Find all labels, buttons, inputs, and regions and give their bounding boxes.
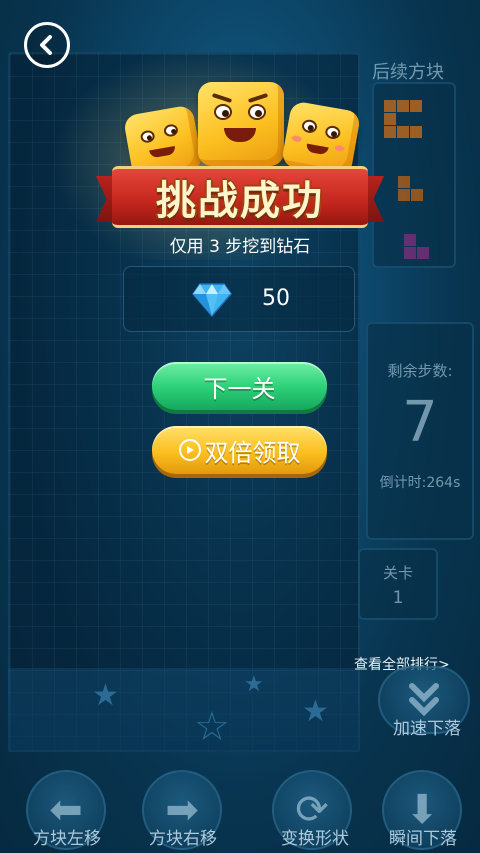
next-level-button[interactable]: 下一关 xyxy=(152,362,327,410)
star-icon: ☆ xyxy=(194,704,230,750)
cube-mascot-center xyxy=(198,82,284,166)
diamond-icon xyxy=(192,283,232,318)
reward-amount: 50 xyxy=(262,286,290,311)
level-label: 关卡 xyxy=(382,564,413,582)
countdown-text: 倒计时:264s xyxy=(379,475,461,491)
level-value: 1 xyxy=(392,588,404,608)
double-reward-button[interactable]: 双倍领取 xyxy=(152,426,327,474)
level-panel: 关卡 1 xyxy=(358,548,438,620)
board-decoration: ★ ☆ ★ ★ xyxy=(8,668,360,752)
steps-panel: 剩余步数: 7 倒计时:264s xyxy=(366,322,474,540)
dialog-subtitle: 仅用 3 步挖到钻石 xyxy=(169,237,311,257)
dialog-title: 挑战成功 xyxy=(156,178,324,224)
reward-box xyxy=(123,266,355,332)
move-right-label: 方块右移 xyxy=(149,829,217,849)
hard-drop-label: 瞬间下落 xyxy=(389,829,457,849)
play-icon xyxy=(178,439,201,461)
rotate-label: 变换形状 xyxy=(281,829,349,849)
double-reward-label: 双倍领取 xyxy=(204,438,301,467)
steps-value: 7 xyxy=(402,390,438,455)
star-icon: ★ xyxy=(302,694,329,729)
next-pieces-preview xyxy=(384,100,429,259)
next-level-label: 下一关 xyxy=(203,374,276,403)
speed-drop-label: 加速下落 xyxy=(393,719,461,739)
star-icon: ★ xyxy=(244,672,264,697)
steps-label: 剩余步数: xyxy=(387,362,453,380)
star-icon: ★ xyxy=(92,678,119,713)
move-left-label: 方块左移 xyxy=(33,829,101,849)
next-pieces-label: 后续方块 xyxy=(372,62,444,83)
success-banner: 挑战成功 xyxy=(112,166,368,228)
next-pieces-panel xyxy=(372,82,456,268)
